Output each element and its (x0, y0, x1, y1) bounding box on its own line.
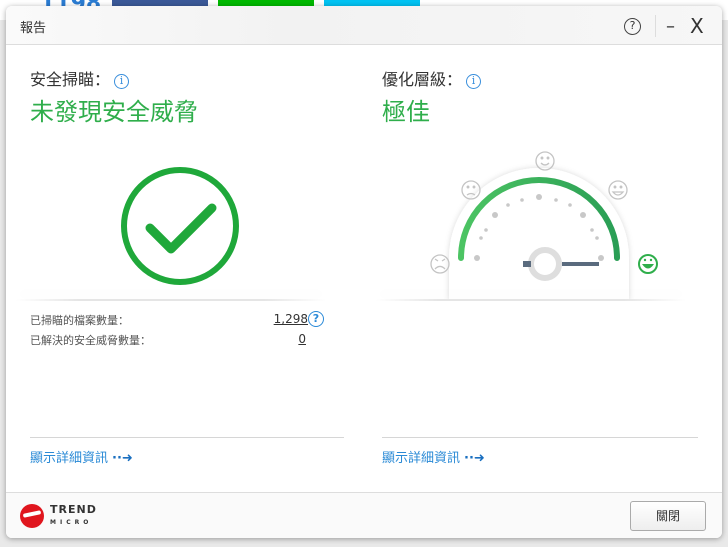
scan-label: 安全掃瞄： i (30, 66, 130, 90)
optimize-label: 優化層級： i (382, 66, 482, 90)
minimize-button[interactable]: – (666, 16, 675, 37)
sad-face-icon (461, 180, 481, 200)
report-dialog: 報告 ? – X 安全掃瞄： i 未發現安全威脅 已掃瞄的檔案數量： 1,298 … (6, 6, 722, 538)
scan-details-label: 顯示詳細資訊 (30, 451, 109, 466)
divider (655, 15, 656, 37)
scan-label-text: 安全掃瞄： (30, 70, 111, 89)
grin-face-icon (638, 254, 658, 274)
info-icon[interactable]: i (114, 74, 130, 89)
optimize-details-label: 顯示詳細資訊 (382, 451, 461, 466)
scanned-files-label: 已掃瞄的檔案數量： (30, 314, 129, 327)
scanned-files-value[interactable]: 1,298 (274, 312, 308, 326)
scan-status: 未發現安全威脅 (30, 98, 198, 126)
logo-top-text: TREND (50, 503, 97, 516)
scan-details-link[interactable]: 顯示詳細資訊 ··➜ (30, 447, 133, 466)
gauge-needle (562, 262, 599, 266)
info-icon[interactable]: i (466, 74, 482, 89)
help-icon[interactable]: ? (308, 311, 324, 327)
trend-micro-logo: TREND MICRO (50, 504, 97, 528)
optimize-details-link[interactable]: 顯示詳細資訊 ··➜ (382, 447, 485, 466)
scanned-files-row: 已掃瞄的檔案數量： 1,298 (30, 312, 330, 328)
close-dialog-button[interactable]: 關閉 (630, 501, 706, 531)
needle-tail (523, 261, 531, 267)
help-icon[interactable]: ? (624, 18, 641, 35)
optimize-status: 極佳 (382, 98, 430, 126)
arrow-right-icon: ··➜ (112, 451, 133, 466)
title-bar: 報告 ? – X (6, 6, 722, 45)
divider (30, 437, 344, 438)
platform-shadow (376, 299, 686, 301)
logo-bottom-text: MICRO (50, 519, 93, 526)
angry-face-icon (430, 254, 450, 274)
trend-micro-logo-icon (20, 504, 44, 528)
resolved-threats-value[interactable]: 0 (298, 332, 306, 346)
resolved-threats-label: 已解決的安全威脅數量： (30, 334, 151, 347)
optimization-gauge (430, 151, 658, 300)
footer: TREND MICRO 關閉 (6, 492, 722, 538)
resolved-threats-row: 已解決的安全威脅數量： 0 (30, 332, 330, 348)
gauge-dial (449, 168, 629, 300)
divider (382, 437, 698, 438)
smile-face-icon (535, 151, 555, 171)
window-title: 報告 (20, 21, 47, 36)
arrow-right-icon: ··➜ (464, 451, 485, 466)
happy-face-icon (608, 180, 628, 200)
close-button[interactable]: X (690, 14, 704, 38)
optimize-label-text: 優化層級： (382, 70, 463, 89)
checkmark-icon (121, 167, 239, 285)
platform-shadow (16, 299, 326, 301)
